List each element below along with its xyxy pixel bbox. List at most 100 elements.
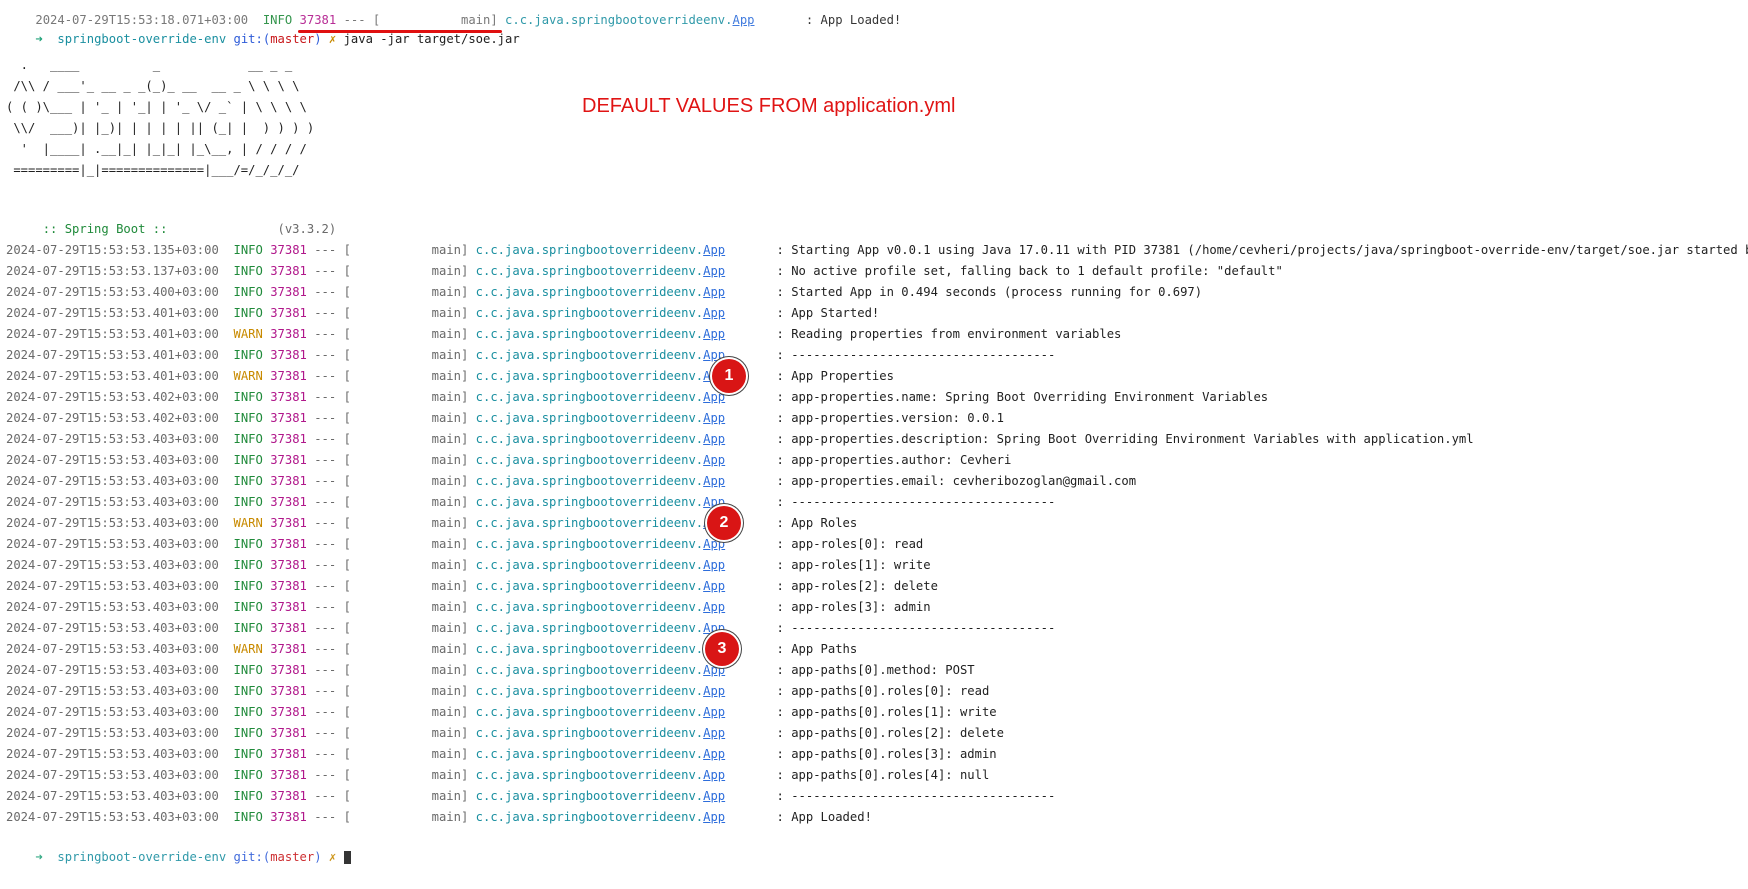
- log-logger-class-link[interactable]: App: [703, 432, 725, 446]
- log-level: INFO: [233, 453, 263, 467]
- log-line: 2024-07-29T15:53:53.402+03:00 INFO 37381…: [6, 408, 1004, 429]
- log-level: INFO: [233, 243, 263, 257]
- log-logger: c.c.java.springbootoverrideenv.: [475, 768, 704, 782]
- log-timestamp: 2024-07-29T15:53:53.403+03:00: [6, 516, 219, 530]
- log-message: : app-properties.version: 0.0.1: [776, 411, 1004, 425]
- log-logger-class-link[interactable]: App: [703, 558, 725, 572]
- log-message: : ------------------------------------: [776, 789, 1056, 803]
- log-logger-class-link[interactable]: App: [703, 726, 725, 740]
- log-thread: main]: [431, 285, 469, 299]
- log-message: : No active profile set, falling back to…: [776, 264, 1283, 278]
- log-logger: c.c.java.springbootoverrideenv.: [475, 474, 704, 488]
- log-timestamp: 2024-07-29T15:53:53.401+03:00: [6, 306, 219, 320]
- log-logger-class-link[interactable]: App: [703, 474, 725, 488]
- log-logger: c.c.java.springbootoverrideenv.: [475, 369, 704, 383]
- log-logger-class-link[interactable]: App: [703, 327, 725, 341]
- log-thread: main]: [431, 600, 469, 614]
- prompt-arrow-icon: ➜: [35, 32, 43, 46]
- log-level: INFO: [233, 264, 263, 278]
- log-logger-class-link[interactable]: App: [703, 600, 725, 614]
- log-logger-class-link[interactable]: App: [703, 411, 725, 425]
- log-line: 2024-07-29T15:53:53.403+03:00 INFO 37381…: [6, 681, 989, 702]
- log-logger-class-link[interactable]: App: [703, 306, 725, 320]
- spring-boot-version-line: :: Spring Boot :: (v3.3.2): [6, 198, 337, 236]
- log-level: INFO: [233, 495, 263, 509]
- log-logger-class-link[interactable]: App: [703, 768, 725, 782]
- log-separator: --- [: [314, 789, 351, 803]
- log-pid: 37381: [270, 453, 307, 467]
- log-logger-class-link[interactable]: App: [703, 390, 725, 404]
- log-timestamp: 2024-07-29T15:53:53.402+03:00: [6, 411, 219, 425]
- log-message: : App Roles: [776, 516, 858, 530]
- log-line: 2024-07-29T15:53:53.403+03:00 INFO 37381…: [6, 618, 1055, 639]
- log-timestamp: 2024-07-29T15:53:53.403+03:00: [6, 642, 219, 656]
- log-logger-class-link[interactable]: App: [703, 684, 725, 698]
- terminal-window[interactable]: 2024-07-29T15:53:18.071+03:00 INFO 37381…: [0, 0, 1748, 864]
- log-line: 2024-07-29T15:53:53.403+03:00 INFO 37381…: [6, 807, 872, 828]
- log-thread: main]: [431, 243, 469, 257]
- log-logger-class-link[interactable]: App: [703, 453, 725, 467]
- log-level: WARN: [233, 327, 263, 341]
- prompt-arrow-icon: ➜: [35, 850, 43, 864]
- log-message: : Starting App v0.0.1 using Java 17.0.11…: [776, 243, 1748, 257]
- log-message: : app-properties.name: Spring Boot Overr…: [776, 390, 1269, 404]
- prompt-git-close: ): [314, 850, 322, 864]
- step-number-badge: 2: [707, 506, 741, 540]
- log-level: INFO: [233, 558, 263, 572]
- log-pid: 37381: [270, 369, 307, 383]
- log-message: : app-roles[0]: read: [776, 537, 924, 551]
- log-line: 2024-07-29T15:53:53.403+03:00 INFO 37381…: [6, 744, 997, 765]
- prompt-command: java -jar target/soe.jar: [343, 32, 520, 46]
- log-logger-class-link[interactable]: App: [703, 705, 725, 719]
- log-logger-class-link[interactable]: App: [703, 579, 725, 593]
- log-level: INFO: [233, 285, 263, 299]
- log-logger-class-link[interactable]: App: [703, 810, 725, 824]
- log-logger-class-link[interactable]: App: [703, 264, 725, 278]
- log-level: INFO: [233, 810, 263, 824]
- log-message: : app-roles[1]: write: [776, 558, 931, 572]
- log-separator: --- [: [314, 621, 351, 635]
- log-line: 2024-07-29T15:53:53.403+03:00 INFO 37381…: [6, 723, 1004, 744]
- log-thread: main]: [431, 474, 469, 488]
- log-level: INFO: [233, 768, 263, 782]
- log-separator: --- [: [314, 306, 351, 320]
- log-separator: --- [: [314, 411, 351, 425]
- log-logger: c.c.java.springbootoverrideenv.: [475, 285, 704, 299]
- log-separator: --- [: [314, 726, 351, 740]
- log-message: : app-paths[0].roles[1]: write: [776, 705, 997, 719]
- log-logger-class-link[interactable]: App: [703, 285, 725, 299]
- log-line: 2024-07-29T15:53:53.403+03:00 INFO 37381…: [6, 597, 931, 618]
- log-message: : App Properties: [776, 369, 894, 383]
- prompt-dirty-icon: ✗: [328, 32, 337, 46]
- log-logger: c.c.java.springbootoverrideenv.: [475, 432, 704, 446]
- log-thread: main]: [431, 726, 469, 740]
- log-logger: c.c.java.springbootoverrideenv.: [475, 684, 704, 698]
- step-number-badge: 1: [712, 359, 746, 393]
- log-thread: main]: [431, 768, 469, 782]
- log-timestamp: 2024-07-29T15:53:53.403+03:00: [6, 453, 219, 467]
- log-logger-class-link[interactable]: App: [703, 747, 725, 761]
- log-pid: 37381: [270, 264, 307, 278]
- log-timestamp: 2024-07-29T15:53:53.403+03:00: [6, 474, 219, 488]
- prompt-directory: springboot-override-env: [57, 32, 227, 46]
- log-thread: main]: [431, 411, 469, 425]
- log-timestamp: 2024-07-29T15:53:53.403+03:00: [6, 432, 219, 446]
- log-timestamp: 2024-07-29T15:53:53.401+03:00: [6, 327, 219, 341]
- log-pid: 37381: [270, 558, 307, 572]
- log-pid: 37381: [270, 579, 307, 593]
- log-separator: --- [: [314, 243, 351, 257]
- log-line: 2024-07-29T15:53:53.400+03:00 INFO 37381…: [6, 282, 1202, 303]
- log-pid: 37381: [270, 306, 307, 320]
- log-logger: c.c.java.springbootoverrideenv.: [475, 264, 704, 278]
- log-logger-class-link[interactable]: App: [703, 789, 725, 803]
- log-separator: --- [: [314, 474, 351, 488]
- log-timestamp: 2024-07-29T15:53:53.403+03:00: [6, 789, 219, 803]
- log-level: INFO: [233, 411, 263, 425]
- log-thread: main]: [431, 537, 469, 551]
- log-logger-class-link[interactable]: App: [703, 243, 725, 257]
- log-level: INFO: [233, 579, 263, 593]
- log-logger-class-link[interactable]: App: [732, 13, 754, 27]
- log-logger: c.c.java.springbootoverrideenv.: [475, 621, 704, 635]
- log-message: : ------------------------------------: [776, 348, 1056, 362]
- log-line: 2024-07-29T15:53:53.403+03:00 INFO 37381…: [6, 471, 1136, 492]
